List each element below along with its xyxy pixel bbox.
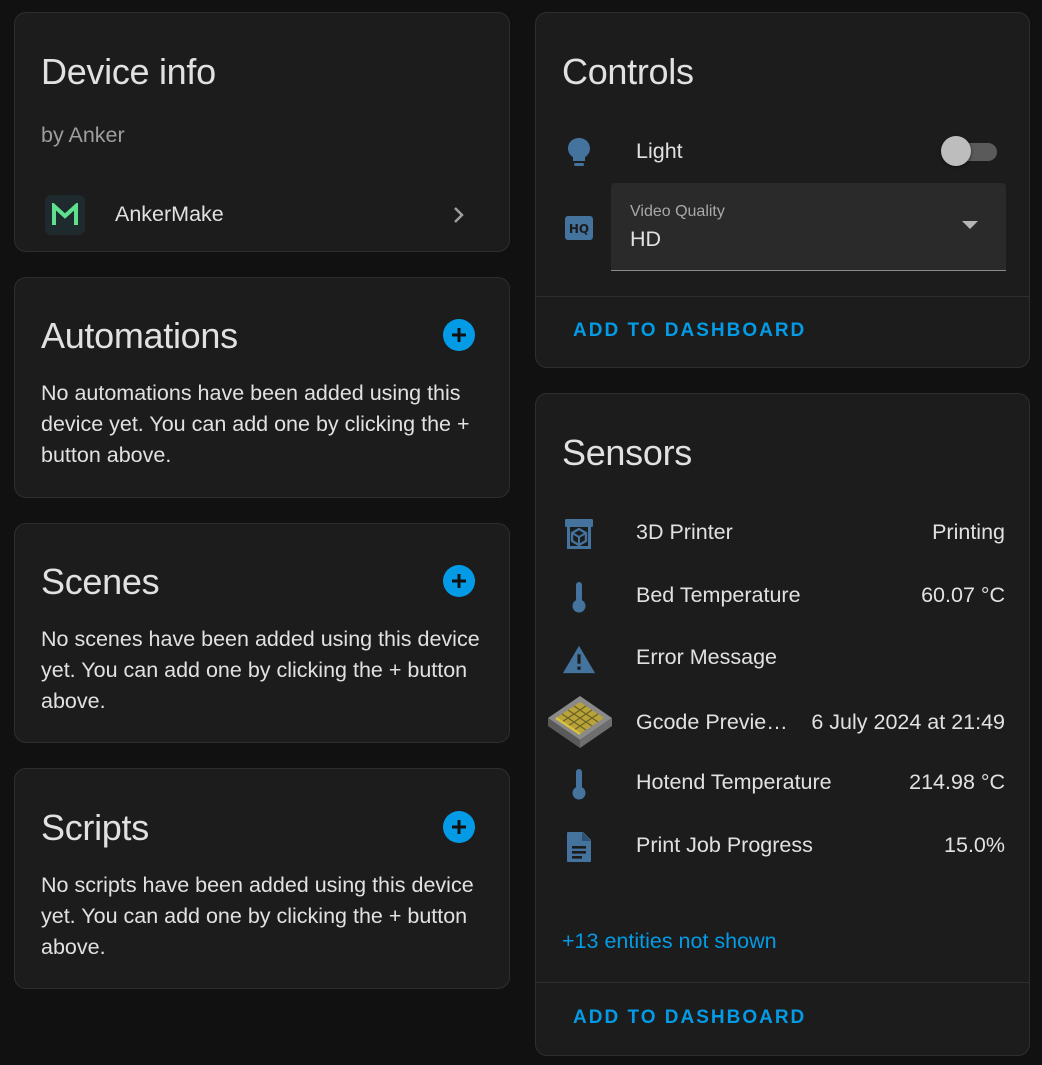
thermometer-icon <box>562 767 596 801</box>
scripts-title: Scripts <box>41 807 149 848</box>
integration-row[interactable]: AnkerMake <box>15 189 509 239</box>
plus-icon <box>452 820 466 834</box>
lightbulb-icon <box>562 135 596 169</box>
add-script-button[interactable] <box>443 811 475 843</box>
add-scene-button[interactable] <box>443 565 475 597</box>
sensors-divider <box>536 982 1029 983</box>
more-entities-link[interactable]: +13 entities not shown <box>562 929 777 954</box>
sensors-add-to-dashboard-button[interactable]: ADD TO DASHBOARD <box>573 1007 806 1029</box>
dropdown-arrow-icon <box>962 221 978 229</box>
sensor-state: 214.98 °C <box>909 770 1005 794</box>
sensor-name: Print Job Progress <box>636 833 813 857</box>
automations-title: Automations <box>41 315 238 356</box>
sensor-name: 3D Printer <box>636 520 733 544</box>
sensor-row-3d-printer[interactable]: 3D Printer Printing <box>536 514 1029 554</box>
alert-icon <box>562 642 596 676</box>
scenes-card: Scenes No scenes have been added using t… <box>14 523 510 743</box>
controls-card: Controls Light HQ Video Quality HD ADD T… <box>535 12 1030 368</box>
plus-icon <box>452 574 466 588</box>
scripts-empty-text: No scripts have been added using this de… <box>41 873 474 959</box>
sensor-row-gcode-preview[interactable]: Gcode Previe… 6 July 2024 at 21:49 <box>536 696 1029 749</box>
sensor-state: 6 July 2024 at 21:49 <box>811 710 1005 734</box>
automations-card: Automations No automations have been add… <box>14 277 510 498</box>
sensor-name: Gcode Previe… <box>636 710 788 734</box>
chevron-right-icon <box>449 203 469 227</box>
scenes-empty-text: No scenes have been added using this dev… <box>41 627 480 713</box>
sensor-name: Error Message <box>636 645 777 669</box>
printer-3d-icon <box>562 517 596 551</box>
svg-text:HQ: HQ <box>569 222 589 236</box>
controls-add-to-dashboard-button[interactable]: ADD TO DASHBOARD <box>573 320 806 342</box>
device-info-title: Device info <box>41 51 216 92</box>
file-document-icon <box>562 830 596 864</box>
scripts-card: Scripts No scripts have been added using… <box>14 768 510 989</box>
ankermake-logo-icon <box>45 195 85 235</box>
sensor-state: Printing <box>932 520 1005 544</box>
plus-icon <box>452 328 466 342</box>
light-toggle[interactable] <box>941 136 997 166</box>
sensor-row-print-job-progress[interactable]: Print Job Progress 15.0% <box>536 827 1029 867</box>
sensor-state: 15.0% <box>944 833 1005 857</box>
controls-title: Controls <box>562 51 694 92</box>
sensor-row-hotend-temperature[interactable]: Hotend Temperature 214.98 °C <box>536 764 1029 804</box>
add-automation-button[interactable] <box>443 319 475 351</box>
video-quality-select[interactable]: Video Quality HD <box>611 183 1006 271</box>
sensors-card: Sensors 3D Printer Printing Bed Temperat… <box>535 393 1030 1056</box>
integration-name: AnkerMake <box>115 202 224 226</box>
sensor-name: Bed Temperature <box>636 583 801 607</box>
sensor-row-error-message[interactable]: Error Message <box>536 639 1029 679</box>
scenes-title: Scenes <box>41 561 160 602</box>
sensor-row-bed-temperature[interactable]: Bed Temperature 60.07 °C <box>536 577 1029 617</box>
light-label: Light <box>636 139 683 163</box>
automations-empty-text: No automations have been added using thi… <box>41 381 470 467</box>
video-quality-label: Video Quality <box>630 203 725 220</box>
hq-icon: HQ <box>562 211 596 245</box>
manufacturer-text: by Anker <box>41 123 125 147</box>
device-info-card: Device info by Anker AnkerMake <box>14 12 510 252</box>
sensors-title: Sensors <box>562 432 692 473</box>
sensor-name: Hotend Temperature <box>636 770 832 794</box>
sensor-state: 60.07 °C <box>921 583 1005 607</box>
thermometer-icon <box>562 580 596 614</box>
controls-divider <box>536 296 1029 297</box>
gcode-preview-image <box>546 694 614 752</box>
toggle-thumb <box>941 136 971 166</box>
video-quality-value: HD <box>630 227 662 251</box>
